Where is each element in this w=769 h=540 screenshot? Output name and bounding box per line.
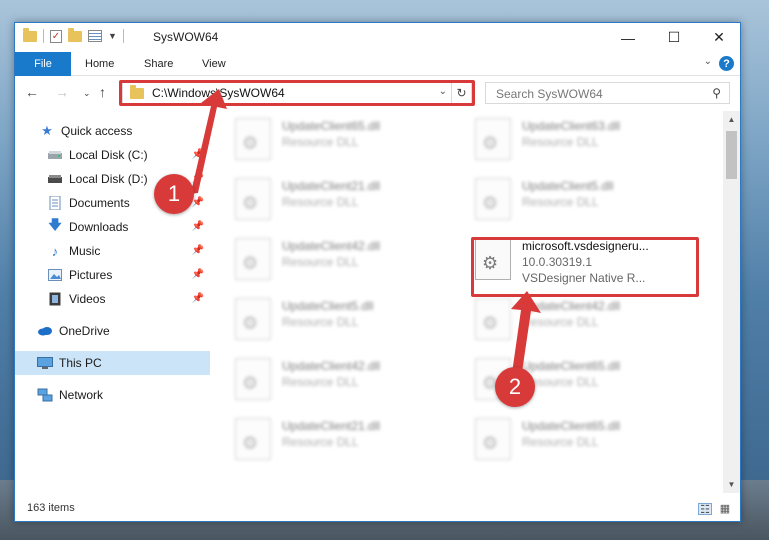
arrow-2-icon — [503, 291, 541, 379]
file-explorer-window: ✓ ▼ SysWOW64 — ☐ ✕ File Home Share View … — [14, 22, 741, 522]
annotation-arrows — [180, 89, 541, 379]
step-1-badge: 1 — [154, 174, 194, 214]
step-2-badge: 2 — [495, 367, 535, 407]
